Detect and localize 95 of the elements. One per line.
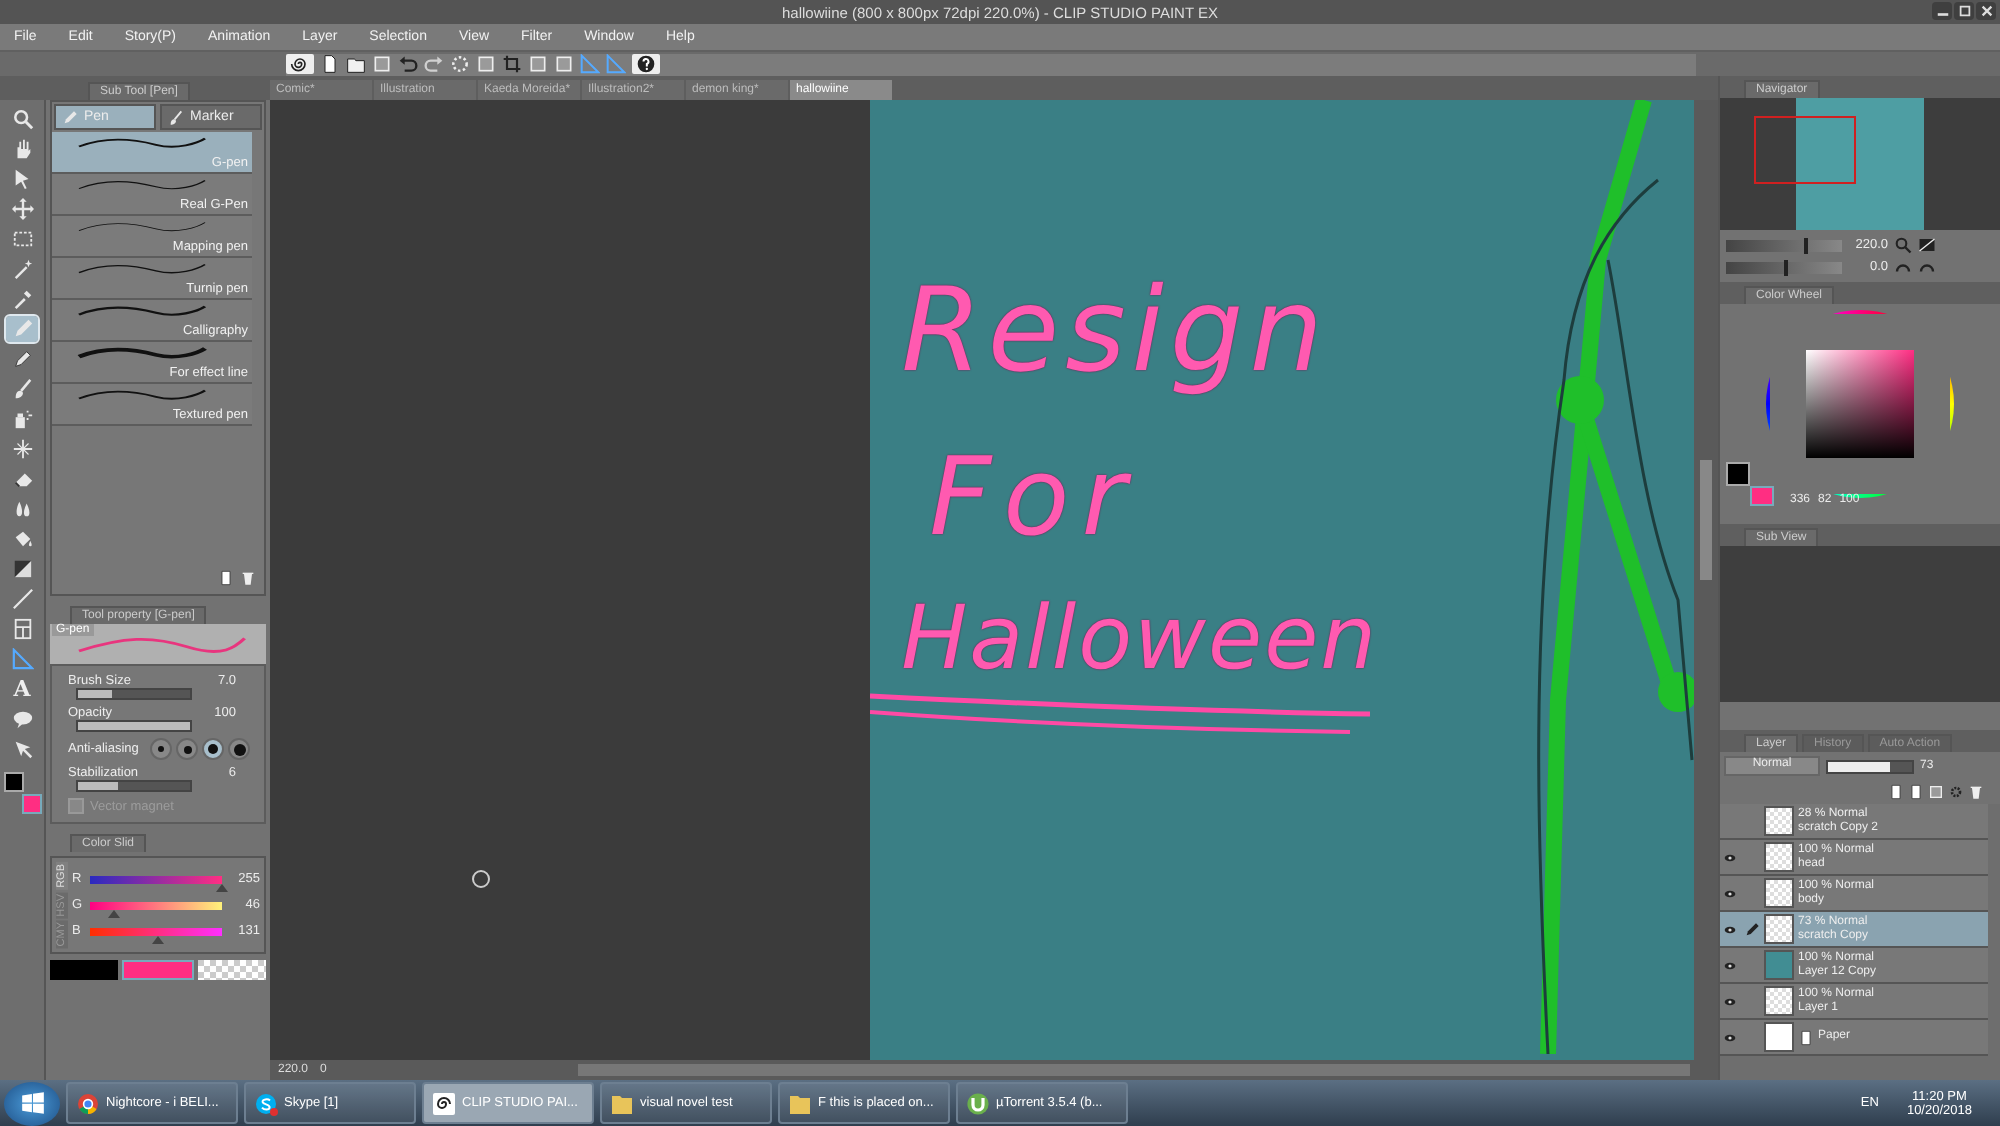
crop-icon[interactable]: [502, 54, 522, 74]
layer-thumbnail: [1764, 806, 1794, 836]
brush-icon: [11, 378, 33, 400]
maximize-button[interactable]: [1954, 2, 1974, 20]
brush-cursor-icon: [472, 870, 490, 888]
navigator-preview[interactable]: [1720, 98, 2000, 230]
eye-icon[interactable]: [1721, 993, 1737, 1009]
property-slider[interactable]: [76, 780, 193, 792]
line-icon: [11, 588, 33, 610]
cross-arrows-icon: [11, 198, 33, 220]
handwritten-text: Halloween: [901, 596, 1379, 684]
windows-logo-icon: [19, 1090, 45, 1116]
speech-balloon-icon: [11, 708, 33, 730]
square-icon[interactable]: [372, 54, 392, 74]
pen-icon: [62, 109, 78, 125]
scrollbar[interactable]: [1694, 100, 1719, 1060]
anti-aliasing-option[interactable]: [150, 738, 173, 760]
torrent-logo-icon: [966, 1091, 990, 1115]
magnifier-icon: [11, 108, 33, 130]
browser-logo-icon: [76, 1091, 100, 1115]
close-icon: [1979, 4, 1993, 18]
pointer-icon: [11, 168, 33, 190]
brush-stroke-preview: [72, 344, 212, 362]
main-color-swatch[interactable]: [1726, 462, 1750, 486]
anti-aliasing-option[interactable]: [176, 738, 199, 760]
spray-can-icon: [11, 408, 33, 430]
bucket-icon: [11, 528, 33, 550]
eraser-icon: [11, 468, 33, 490]
eye-icon[interactable]: [1721, 885, 1737, 901]
zoom-slider[interactable]: [1726, 239, 1842, 251]
sub-color-swatch[interactable]: [1750, 486, 1774, 506]
anti-aliasing-option[interactable]: [228, 738, 251, 760]
tool-button[interactable]: A: [6, 676, 38, 702]
pen-icon: [1743, 921, 1759, 937]
scrollbar[interactable]: [578, 1064, 1690, 1076]
square-icon[interactable]: [528, 54, 548, 74]
folder-icon: [610, 1091, 634, 1115]
redo-icon[interactable]: [424, 54, 444, 74]
layer-thumbnail: [1764, 914, 1794, 944]
eyedropper-icon: [11, 288, 33, 310]
minimize-button[interactable]: [1932, 2, 1952, 20]
undo-icon[interactable]: [398, 54, 418, 74]
eye-icon[interactable]: [1721, 849, 1737, 865]
help-icon[interactable]: [632, 54, 660, 74]
flip-icon[interactable]: [1918, 236, 1936, 254]
layer-thumbnail: [1764, 878, 1794, 908]
eye-icon[interactable]: [1721, 921, 1737, 937]
layer-thumbnail: [1764, 1022, 1794, 1052]
marker-icon: [168, 109, 184, 125]
gradient-icon: [11, 558, 33, 580]
gear-icon[interactable]: [1948, 784, 1964, 800]
trash-icon[interactable]: [1968, 784, 1984, 800]
checkbox[interactable]: [68, 798, 84, 814]
main-color-swatch[interactable]: [50, 960, 118, 981]
transparent-swatch[interactable]: [198, 960, 266, 981]
property-slider[interactable]: [76, 720, 193, 732]
page-icon[interactable]: [218, 570, 234, 586]
dotted-circle-icon[interactable]: [450, 54, 470, 74]
opacity-slider[interactable]: [1826, 759, 1914, 773]
tool-button[interactable]: [6, 196, 38, 222]
sub-color-swatch[interactable]: [22, 794, 42, 814]
sub-color-swatch[interactable]: [122, 960, 194, 981]
page-icon: [1798, 1029, 1814, 1045]
square-icon[interactable]: [476, 54, 496, 74]
drops-icon: [11, 498, 33, 520]
triangle-ruler-icon: [11, 648, 33, 670]
main-color-swatch[interactable]: [4, 772, 24, 792]
pen-icon: [11, 318, 33, 340]
start-button[interactable]: [4, 1081, 60, 1125]
frame-icon: [11, 618, 33, 640]
trash-icon[interactable]: [240, 570, 256, 586]
layer-thumbnail: [1764, 842, 1794, 872]
spiral-icon: [432, 1091, 456, 1115]
rotate-slider[interactable]: [1726, 261, 1842, 273]
handwritten-text: For: [929, 444, 1138, 552]
eye-icon[interactable]: [1721, 957, 1737, 973]
layer-thumbnail: [1764, 986, 1794, 1016]
layer-thumbnail: [1764, 950, 1794, 980]
square-icon[interactable]: [554, 54, 574, 74]
square-icon[interactable]: [1928, 784, 1944, 800]
maximize-icon: [1957, 4, 1971, 18]
arrow-cursor-icon: [11, 738, 33, 760]
sparkle-icon: [11, 438, 33, 460]
chat-logo-icon: [254, 1091, 278, 1115]
magnifier-icon[interactable]: [1894, 236, 1912, 254]
anti-aliasing-option[interactable]: [202, 738, 225, 760]
wand-icon: [11, 258, 33, 280]
eye-icon[interactable]: [1721, 1029, 1737, 1045]
property-slider[interactable]: [76, 688, 193, 700]
folder-icon: [788, 1091, 812, 1115]
close-button[interactable]: [1976, 2, 1996, 20]
text-tool-glyph: A: [13, 678, 31, 700]
dashed-rectangle-icon: [11, 228, 33, 250]
spiral-icon[interactable]: [286, 54, 314, 74]
pencil-icon: [11, 348, 33, 370]
